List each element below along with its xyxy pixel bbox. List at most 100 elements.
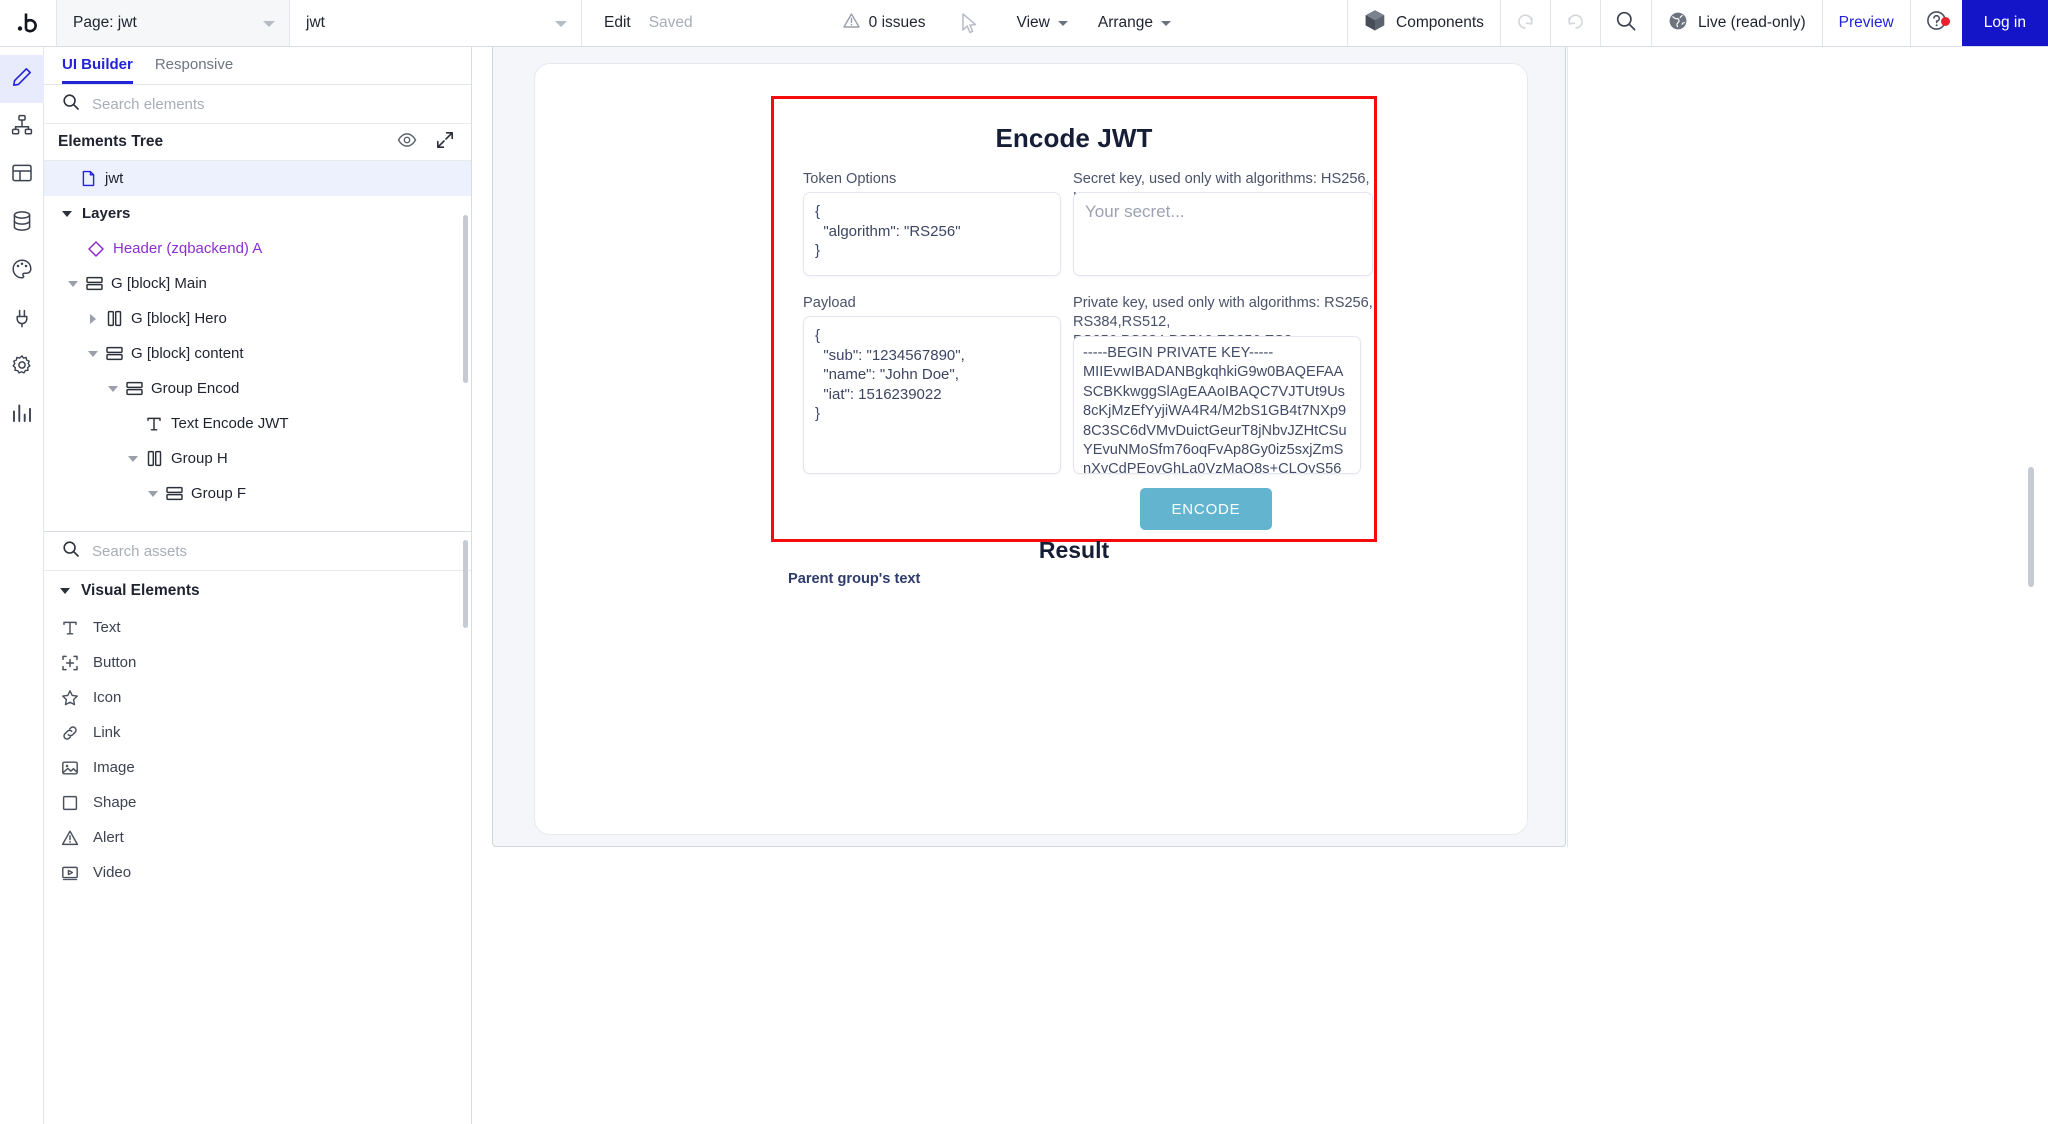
issues-indicator[interactable]: 0 issues — [843, 12, 926, 34]
asset-item-link[interactable]: Link — [44, 715, 471, 750]
tree-node-g-block-hero[interactable]: G [block] Hero — [44, 301, 471, 336]
ui-builder-panel: UI Builder Responsive Elements Tree jwt — [44, 47, 472, 1124]
preview-button[interactable]: Preview — [1822, 0, 1910, 46]
tree-node-label: G [block] content — [131, 345, 244, 362]
asset-item-video[interactable]: Video — [44, 855, 471, 890]
rail-item-settings[interactable] — [0, 343, 44, 391]
button-plus-icon — [60, 654, 79, 672]
tree-node-group-h[interactable]: Group H — [44, 441, 471, 476]
tree-scrollbar[interactable] — [463, 215, 468, 383]
asset-label: Button — [93, 654, 136, 671]
tab-responsive[interactable]: Responsive — [155, 56, 233, 84]
visual-elements-title: Visual Elements — [81, 582, 200, 600]
encode-button[interactable]: ENCODE — [1140, 488, 1272, 530]
twisty-down-icon[interactable] — [64, 281, 82, 287]
rail-item-data[interactable] — [0, 199, 44, 247]
assets-scrollbar[interactable] — [463, 540, 468, 628]
token-options-textarea[interactable]: { "algorithm": "RS256" } — [803, 192, 1061, 276]
live-mode-button[interactable]: Live (read-only) — [1651, 0, 1822, 46]
arrange-menu[interactable]: Arrange — [1098, 14, 1171, 32]
tree-node-group-encod[interactable]: Group Encod — [44, 371, 471, 406]
chevron-down-icon — [1161, 21, 1171, 26]
payload-textarea[interactable]: { "sub": "1234567890", "name": "John Doe… — [803, 316, 1061, 474]
save-status-label: Saved — [649, 14, 693, 32]
search-elements-input[interactable] — [92, 96, 453, 113]
asset-item-shape[interactable]: Shape — [44, 785, 471, 820]
text-t-icon — [142, 415, 166, 433]
tree-node-label: Header (zqbackend) A — [113, 240, 262, 257]
components-button[interactable]: Components — [1347, 0, 1500, 46]
expand-icon[interactable] — [435, 130, 455, 155]
search-button[interactable] — [1600, 0, 1651, 46]
chart-icon — [11, 402, 33, 429]
eye-icon[interactable] — [397, 130, 417, 155]
text-t-icon — [60, 619, 79, 637]
canvas-frame: Encode JWT Token Options { "algorithm": … — [492, 47, 1566, 847]
database-icon — [11, 210, 33, 237]
twisty-down-icon[interactable] — [124, 456, 142, 462]
asset-item-text[interactable]: Text — [44, 610, 471, 645]
rail-item-design[interactable] — [0, 55, 44, 103]
builder-b-logo-icon — [15, 10, 41, 36]
twisty-down-icon[interactable] — [144, 491, 162, 497]
edit-mode-label[interactable]: Edit — [604, 14, 631, 32]
left-icon-rail — [0, 47, 44, 1124]
image-icon — [60, 759, 79, 777]
twisty-down-icon[interactable] — [58, 211, 76, 217]
asset-label: Video — [93, 864, 131, 881]
asset-label: Image — [93, 759, 135, 776]
tree-node-label: Layers — [82, 205, 130, 222]
tree-node-text-encode-jwt[interactable]: Text Encode JWT — [44, 406, 471, 441]
redo-button[interactable] — [1550, 0, 1600, 46]
twisty-down-icon[interactable] — [104, 386, 122, 392]
rail-item-pages[interactable] — [0, 103, 44, 151]
asset-item-alert[interactable]: Alert — [44, 820, 471, 855]
plug-icon — [11, 306, 33, 333]
view-menu-label: View — [1017, 14, 1050, 32]
elements-tree-header: Elements Tree — [44, 124, 471, 161]
undo-button[interactable] — [1500, 0, 1550, 46]
result-title: Result — [771, 537, 1377, 564]
elements-tree: jwt Layers Header (zqbackend) A G [block… — [44, 161, 471, 531]
square-icon — [60, 794, 79, 812]
secret-key-textarea[interactable]: Your secret... — [1073, 192, 1373, 276]
app-logo[interactable] — [0, 0, 57, 46]
revision-selector-label: jwt — [306, 14, 325, 32]
view-menu[interactable]: View — [1017, 14, 1068, 32]
rail-item-analytics[interactable] — [0, 391, 44, 439]
revision-selector[interactable]: jwt — [290, 0, 582, 46]
help-button[interactable] — [1910, 0, 1962, 46]
canvas-vertical-scrollbar[interactable] — [2028, 467, 2034, 587]
elements-tree-title: Elements Tree — [58, 133, 163, 151]
asset-item-button[interactable]: Button — [44, 645, 471, 680]
twisty-down-icon[interactable] — [84, 351, 102, 357]
asset-item-image[interactable]: Image — [44, 750, 471, 785]
login-button[interactable]: Log in — [1962, 0, 2048, 46]
tab-ui-builder[interactable]: UI Builder — [62, 56, 133, 84]
tree-node-group-f[interactable]: Group F — [44, 476, 471, 511]
rows-icon — [102, 344, 126, 363]
asset-label: Icon — [93, 689, 121, 706]
warning-triangle-icon — [843, 12, 860, 34]
tree-node-header-zqbackend[interactable]: Header (zqbackend) A — [44, 231, 471, 266]
search-icon — [62, 93, 80, 116]
gear-icon — [11, 354, 33, 381]
twisty-right-icon[interactable] — [84, 314, 102, 324]
file-icon — [76, 170, 100, 187]
palette-icon — [11, 258, 33, 285]
tree-node-g-block-main[interactable]: G [block] Main — [44, 266, 471, 301]
cursor-arrow-icon[interactable] — [960, 13, 979, 34]
visual-elements-header[interactable]: Visual Elements — [44, 571, 471, 610]
search-assets-input[interactable] — [92, 543, 453, 560]
tree-node-jwt[interactable]: jwt — [44, 161, 471, 196]
asset-item-icon[interactable]: Icon — [44, 680, 471, 715]
link-icon — [60, 724, 79, 742]
tree-node-g-block-content[interactable]: G [block] content — [44, 336, 471, 371]
page-selector[interactable]: Page: jwt — [57, 0, 290, 46]
rail-item-integrations[interactable] — [0, 295, 44, 343]
rail-item-theme[interactable] — [0, 247, 44, 295]
private-key-textarea[interactable]: -----BEGIN PRIVATE KEY----- MIIEvwIBADAN… — [1073, 336, 1361, 474]
star-icon — [60, 689, 79, 707]
rail-item-layouts[interactable] — [0, 151, 44, 199]
tree-node-layers[interactable]: Layers — [44, 196, 471, 231]
